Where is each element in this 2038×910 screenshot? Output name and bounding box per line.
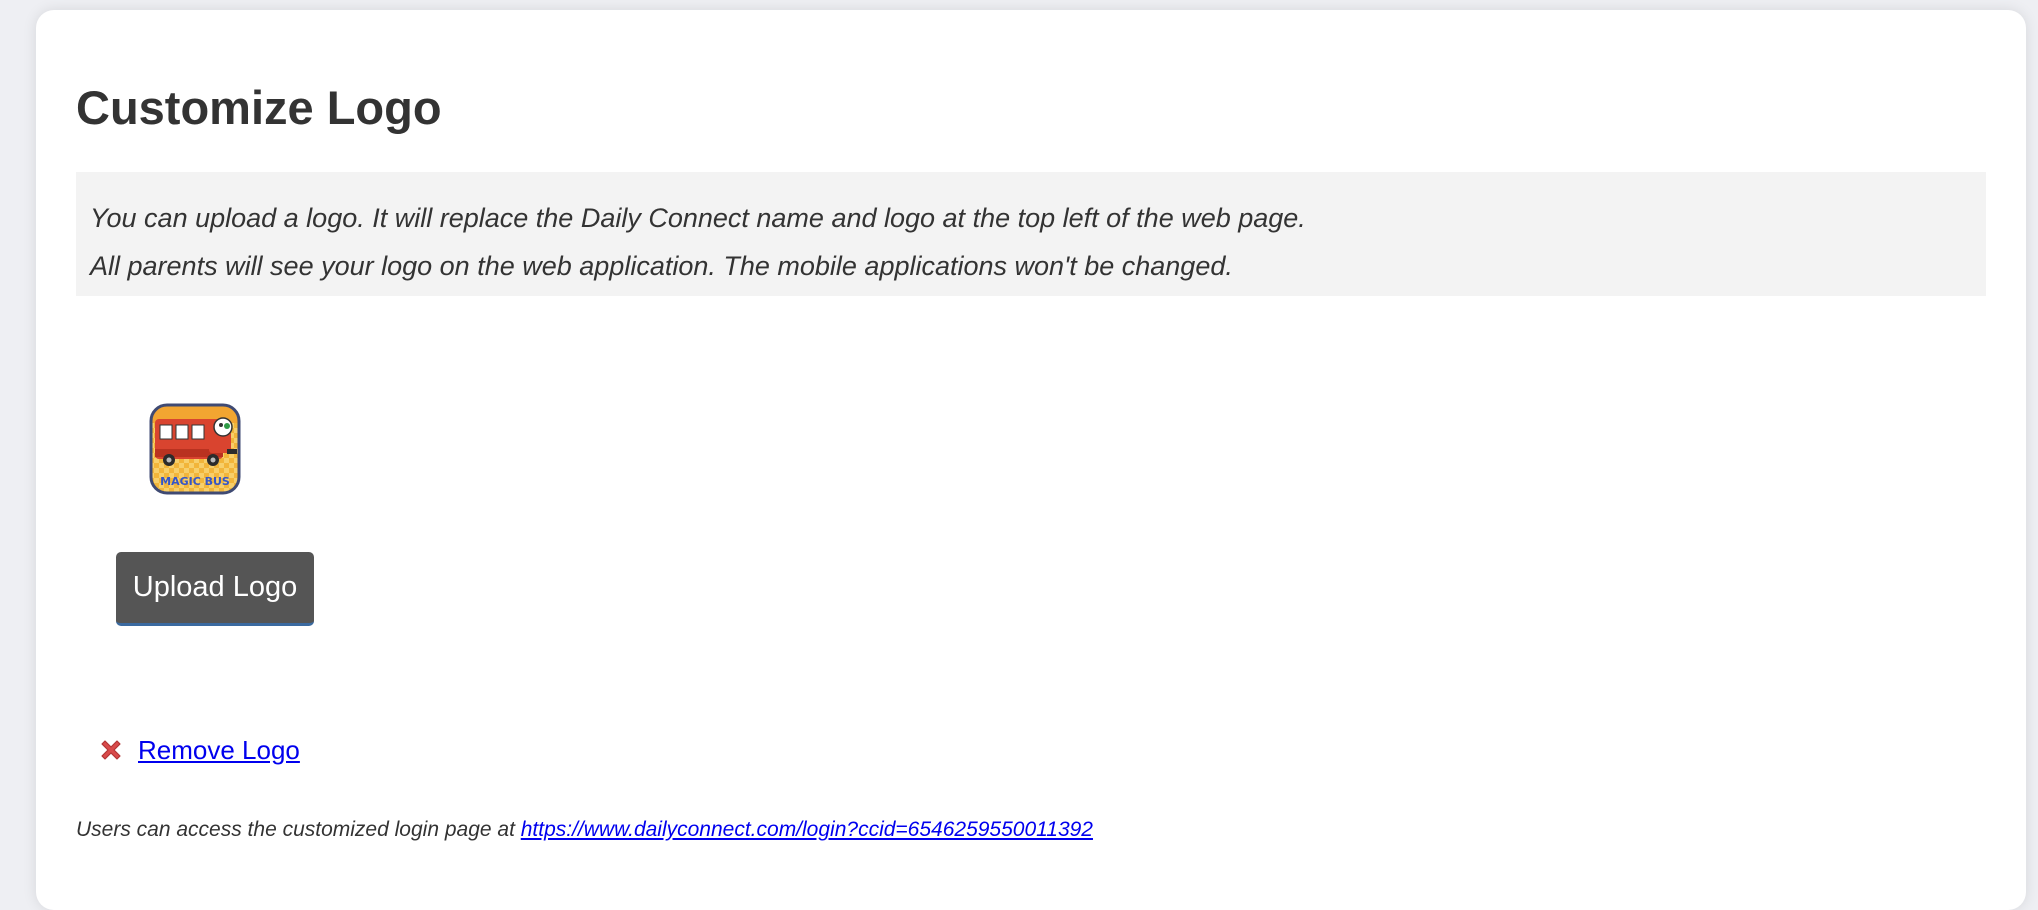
upload-logo-button[interactable]: Upload Logo — [116, 552, 314, 626]
settings-card: Customize Logo You can upload a logo. It… — [36, 10, 2026, 910]
login-page-note: Users can access the customized login pa… — [76, 818, 1093, 842]
remove-logo-link[interactable]: Remove Logo — [138, 735, 300, 766]
page-title: Customize Logo — [76, 81, 442, 134]
info-line-2: All parents will see your logo on the we… — [90, 251, 1233, 281]
close-icon[interactable] — [96, 735, 126, 765]
remove-logo-row: Remove Logo — [96, 732, 300, 768]
login-page-link[interactable]: https://www.dailyconnect.com/login?ccid=… — [521, 818, 1093, 841]
login-page-note-prefix: Users can access the customized login pa… — [76, 818, 521, 841]
info-line-1: You can upload a logo. It will replace t… — [90, 203, 1306, 233]
logo-image: MAGIC BUS — [149, 403, 241, 495]
logo-text: MAGIC BUS — [160, 475, 230, 488]
info-box: You can upload a logo. It will replace t… — [76, 172, 1986, 296]
